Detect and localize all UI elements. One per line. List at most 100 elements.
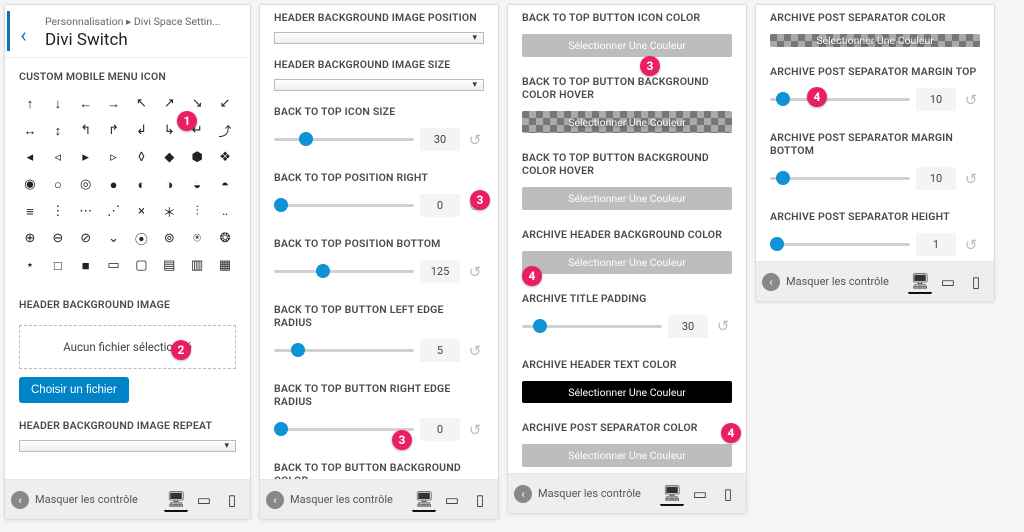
menu-icon-option[interactable]: ⊕	[17, 226, 43, 251]
slider-track[interactable]	[770, 177, 910, 180]
slider-thumb[interactable]	[291, 343, 305, 357]
menu-icon-option[interactable]: ◒	[184, 172, 210, 197]
menu-icon-option[interactable]: ⊚	[156, 226, 182, 251]
menu-icon-option[interactable]: ＊	[156, 199, 182, 224]
menu-icon-option[interactable]: ←	[73, 91, 99, 116]
slider-thumb[interactable]	[533, 319, 547, 333]
hide-controls-label[interactable]: Masquer les contrôle	[35, 493, 158, 506]
menu-icon-option[interactable]: ⦿	[129, 226, 155, 251]
slider-thumb[interactable]	[299, 132, 313, 146]
menu-icon-option[interactable]: ⋯	[73, 199, 99, 224]
menu-icon-option[interactable]: ▦	[212, 253, 238, 278]
menu-icon-option[interactable]: ⋮	[45, 199, 71, 224]
menu-icon-option[interactable]: □	[45, 253, 71, 278]
file-dropzone[interactable]: Aucun fichier sélectionné	[19, 325, 236, 369]
menu-icon-option[interactable]: ◓	[212, 172, 238, 197]
slider-track[interactable]	[274, 138, 414, 141]
menu-icon-option[interactable]: ○	[45, 172, 71, 197]
menu-icon-option[interactable]: ≡	[17, 199, 43, 224]
menu-icon-option[interactable]: ↙	[212, 91, 238, 116]
slider-value[interactable]: 30	[420, 128, 460, 151]
menu-icon-option[interactable]: ❂	[212, 226, 238, 251]
slider-thumb[interactable]	[770, 237, 784, 251]
reset-icon[interactable]: ↺	[962, 170, 980, 188]
reset-icon[interactable]: ↺	[466, 342, 484, 360]
desktop-icon[interactable]: 🖥	[660, 482, 684, 506]
tablet-icon[interactable]: ▭	[192, 488, 216, 512]
slider-track[interactable]	[274, 204, 414, 207]
menu-icon-option[interactable]: ◎	[73, 172, 99, 197]
slider-track[interactable]	[274, 270, 414, 273]
menu-icon-option[interactable]: ⋰	[101, 199, 127, 224]
menu-icon-option[interactable]: ⍟	[184, 226, 210, 251]
mobile-icon[interactable]: ▯	[220, 488, 244, 512]
color-picker-back-to-top-bg-hover-1[interactable]: Sélectionner Une Couleur	[522, 111, 732, 134]
menu-icon-option[interactable]: ▢	[129, 253, 155, 278]
menu-icon-option[interactable]: ▥	[184, 253, 210, 278]
reset-icon[interactable]: ↺	[962, 91, 980, 109]
reset-icon[interactable]: ↺	[466, 421, 484, 439]
collapse-button[interactable]: ‹	[11, 491, 29, 509]
choose-file-button[interactable]: Choisir un fichier	[19, 377, 129, 403]
menu-icon-option[interactable]: ↓	[45, 91, 71, 116]
menu-icon-option[interactable]: ▭	[101, 253, 127, 278]
menu-icon-option[interactable]: ■	[73, 253, 99, 278]
mobile-icon[interactable]: ▯	[964, 270, 988, 294]
select-header-bg-repeat[interactable]: ▾	[19, 440, 236, 452]
menu-icon-option[interactable]: ⊖	[45, 226, 71, 251]
select-header-bg-size[interactable]: ▾	[274, 79, 484, 91]
select-header-bg-position[interactable]: ▾	[274, 32, 484, 44]
menu-icon-option[interactable]: ↖	[129, 91, 155, 116]
collapse-button[interactable]: ‹	[514, 485, 532, 503]
menu-icon-option[interactable]: ↔	[17, 118, 43, 143]
slider-thumb[interactable]	[776, 171, 790, 185]
slider-value[interactable]: 30	[668, 315, 708, 338]
slider-track[interactable]	[274, 349, 414, 352]
mobile-icon[interactable]: ▯	[716, 482, 740, 506]
menu-icon-option[interactable]: ◑	[156, 172, 182, 197]
reset-icon[interactable]: ↺	[466, 263, 484, 281]
menu-icon-option[interactable]: ◃	[45, 145, 71, 170]
hide-controls-label[interactable]: Masquer les contrôle	[290, 493, 406, 506]
mobile-icon[interactable]: ▯	[468, 488, 492, 512]
menu-icon-option[interactable]: ⊘	[73, 226, 99, 251]
reset-icon[interactable]: ↺	[466, 131, 484, 149]
slider-thumb[interactable]	[776, 92, 790, 106]
menu-icon-option[interactable]: ↑	[17, 91, 43, 116]
slider-value[interactable]: 0	[420, 418, 460, 441]
hide-controls-label[interactable]: Masquer les contrôle	[786, 275, 902, 288]
menu-icon-option[interactable]: ▹	[101, 145, 127, 170]
slider-value[interactable]: 10	[916, 88, 956, 111]
tablet-icon[interactable]: ▭	[688, 482, 712, 506]
menu-icon-option[interactable]: ⬢	[184, 145, 210, 170]
reset-icon[interactable]: ↺	[962, 236, 980, 254]
menu-icon-option[interactable]: →	[101, 91, 127, 116]
menu-icon-option[interactable]: ◊	[129, 145, 155, 170]
menu-icon-option[interactable]: ▤	[156, 253, 182, 278]
reset-icon[interactable]: ↺	[714, 317, 732, 335]
slider-thumb[interactable]	[316, 264, 330, 278]
color-picker-back-to-top-bg-hover-2[interactable]: Sélectionner Une Couleur	[522, 187, 732, 210]
menu-icon-option[interactable]: ↕	[45, 118, 71, 143]
menu-icon-option[interactable]: ‥	[212, 199, 238, 224]
desktop-icon[interactable]: 🖥	[412, 488, 436, 512]
color-picker-archive-post-separator[interactable]: Sélectionner Une Couleur	[522, 444, 732, 467]
menu-icon-option[interactable]: ◆	[156, 145, 182, 170]
menu-icon-option[interactable]: ⌄	[101, 226, 127, 251]
desktop-icon[interactable]: 🖥	[164, 488, 188, 512]
slider-track[interactable]	[274, 428, 414, 431]
menu-icon-option[interactable]: ⫶	[184, 199, 210, 224]
slider-track[interactable]	[770, 98, 910, 101]
hide-controls-label[interactable]: Masquer les contrôle	[538, 487, 654, 500]
menu-icon-option[interactable]: ↱	[101, 118, 127, 143]
back-button[interactable]: ‹	[7, 11, 37, 51]
slider-value[interactable]: 0	[420, 194, 460, 217]
slider-value[interactable]: 1	[916, 233, 956, 256]
color-picker-archive-header-bg[interactable]: Sélectionner Une Couleur	[522, 251, 732, 274]
menu-icon-option[interactable]: ◂	[17, 145, 43, 170]
slider-thumb[interactable]	[274, 198, 288, 212]
slider-value[interactable]: 10	[916, 167, 956, 190]
menu-icon-option[interactable]: ◉	[17, 172, 43, 197]
menu-icon-option[interactable]: ▸	[73, 145, 99, 170]
collapse-button[interactable]: ‹	[762, 273, 780, 291]
